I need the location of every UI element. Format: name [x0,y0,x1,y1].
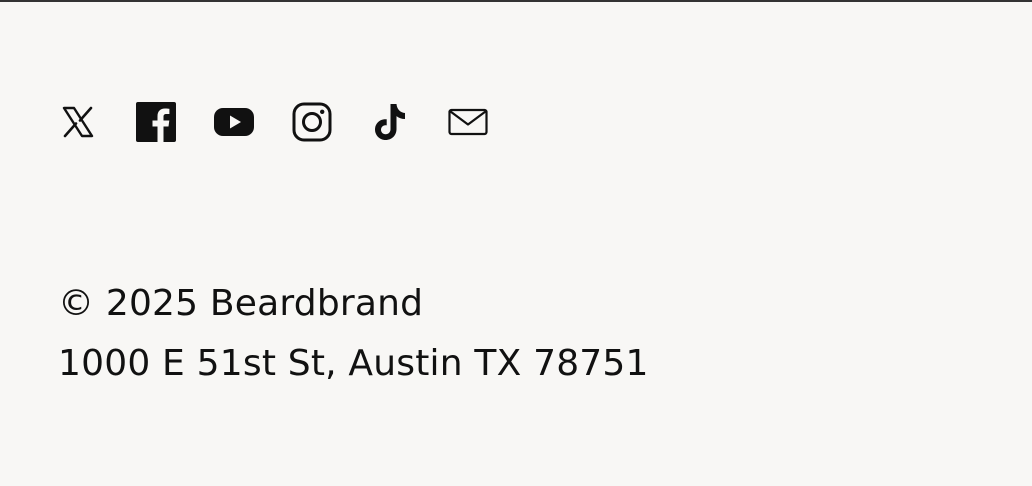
top-divider [0,0,1032,2]
mail-icon [448,108,488,136]
x-icon [60,104,96,140]
email-link[interactable] [448,102,488,142]
youtube-icon [214,107,254,137]
social-links [58,102,488,142]
youtube-link[interactable] [214,102,254,142]
footer-info: © 2025 Beardbrand 1000 E 51st St, Austin… [58,274,649,394]
address-text: 1000 E 51st St, Austin TX 78751 [58,343,649,384]
instagram-link[interactable] [292,102,332,142]
facebook-icon [136,102,176,142]
tiktok-icon [372,102,408,142]
x-link[interactable] [58,102,98,142]
instagram-icon [292,102,332,142]
facebook-link[interactable] [136,102,176,142]
tiktok-link[interactable] [370,102,410,142]
copyright-text: © 2025 Beardbrand [58,283,424,324]
